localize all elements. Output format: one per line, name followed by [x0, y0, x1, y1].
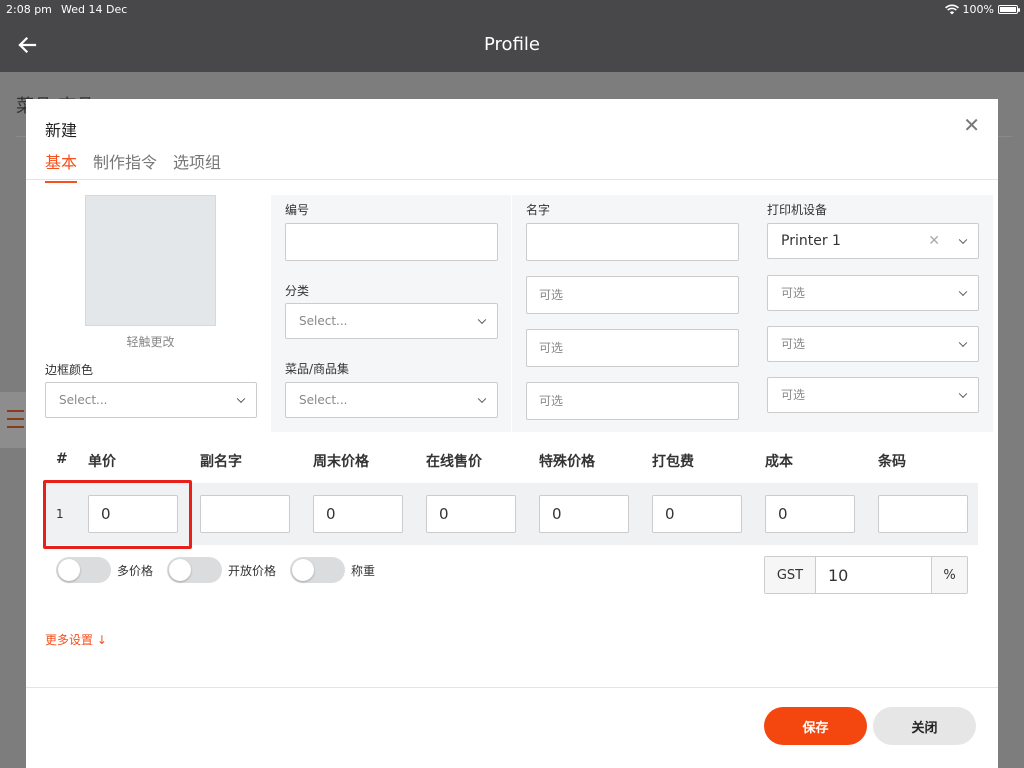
printer-optional-select-1[interactable]: 可选 [767, 275, 979, 311]
optional-placeholder: 可选 [781, 286, 806, 300]
chevron-down-icon [958, 389, 968, 399]
column-header-subname: 副名字 [200, 454, 242, 470]
column-header-special-price: 特殊价格 [539, 454, 595, 470]
divider [26, 687, 998, 688]
price-table-header: # 单价 副名字 周末价格 在线售价 特殊价格 打包费 成本 条码 [45, 439, 978, 479]
barcode-input[interactable] [878, 495, 968, 533]
column-header-unit-price: 单价 [88, 454, 116, 470]
packing-fee-input[interactable]: 0 [652, 495, 742, 533]
divider [26, 179, 998, 180]
chevron-down-icon [477, 394, 487, 404]
clear-icon[interactable]: ✕ [928, 224, 940, 258]
border-color-label: 边框颜色 [45, 363, 94, 377]
table-row: 1 0 0 0 0 0 0 [45, 483, 978, 545]
column-header-barcode: 条码 [878, 454, 906, 470]
toggle-label: 多价格 [117, 563, 154, 578]
toggle-switch[interactable] [167, 557, 222, 583]
optional-placeholder: 可选 [781, 337, 806, 351]
special-price-input[interactable]: 0 [539, 495, 629, 533]
tab-prep-instructions[interactable]: 制作指令 [93, 149, 157, 183]
printer-label: 打印机设备 [767, 203, 828, 217]
printer-selected: Printer 1 [781, 233, 841, 249]
row-number: 1 [56, 507, 64, 521]
code-label: 编号 [285, 203, 310, 217]
weighing-toggle[interactable]: 称重 [290, 557, 375, 583]
name-label: 名字 [526, 203, 551, 217]
wifi-icon [944, 4, 959, 15]
item-set-select[interactable]: Select... [285, 382, 498, 418]
column-header-online-price: 在线售价 [426, 454, 482, 470]
gst-unit: % [931, 557, 967, 593]
toggle-switch[interactable] [56, 557, 111, 583]
name-input[interactable] [526, 223, 739, 261]
toggle-switch[interactable] [290, 557, 345, 583]
app-header: 2:08 pm Wed 14 Dec 100% Profile [0, 0, 1024, 72]
chevron-down-icon [958, 235, 968, 245]
hamburger-menu-icon[interactable] [0, 392, 26, 448]
tab-basic[interactable]: 基本 [45, 149, 78, 183]
category-placeholder: Select... [299, 314, 348, 328]
chevron-down-icon [236, 394, 246, 404]
printer-optional-select-3[interactable]: 可选 [767, 377, 979, 413]
name-alt-input-2[interactable]: 可选 [526, 329, 739, 367]
border-color-select[interactable]: Select... [45, 382, 257, 418]
online-price-input[interactable]: 0 [426, 495, 516, 533]
dialog-title: 新建 [45, 121, 78, 140]
toggle-label: 称重 [351, 563, 376, 578]
item-set-placeholder: Select... [299, 393, 348, 407]
chevron-down-icon [958, 287, 968, 297]
new-item-dialog: 新建 ✕ 基本 制作指令 选项组 轻触更改 边框颜色 Select... 编号 … [26, 99, 998, 768]
code-input[interactable] [285, 223, 498, 261]
save-button[interactable]: 保存 [764, 707, 867, 745]
gst-label: GST [765, 557, 816, 593]
column-header-packing-fee: 打包费 [652, 454, 694, 470]
category-select[interactable]: Select... [285, 303, 498, 339]
close-button[interactable]: 关闭 [873, 707, 976, 745]
optional-placeholder: 可选 [539, 341, 564, 355]
optional-placeholder: 可选 [781, 388, 806, 402]
open-price-toggle[interactable]: 开放价格 [167, 557, 276, 583]
subname-input[interactable] [200, 495, 290, 533]
multi-price-toggle[interactable]: 多价格 [56, 557, 153, 583]
border-color-placeholder: Select... [59, 393, 108, 407]
column-header-weekend-price: 周末价格 [313, 454, 369, 470]
toggle-label: 开放价格 [228, 563, 277, 578]
tab-option-groups[interactable]: 选项组 [173, 149, 221, 183]
column-header-index: # [56, 451, 68, 467]
chevron-down-icon [958, 338, 968, 348]
gst-input[interactable]: 10 [816, 557, 931, 593]
status-bar: 2:08 pm Wed 14 Dec 100% [6, 3, 1020, 17]
page-title: Profile [484, 34, 540, 55]
name-alt-input-3[interactable]: 可选 [526, 382, 739, 420]
gst-field: GST 10 % [764, 556, 968, 594]
unit-price-input[interactable]: 0 [88, 495, 178, 533]
dialog-tabs: 基本 制作指令 选项组 [45, 149, 221, 183]
image-hint: 轻触更改 [126, 335, 175, 349]
optional-placeholder: 可选 [539, 394, 564, 408]
status-date: Wed 14 Dec [61, 3, 128, 16]
more-settings-link[interactable]: 更多设置 ↓ [45, 631, 107, 648]
column-header-cost: 成本 [765, 454, 793, 470]
printer-select[interactable]: Printer 1 ✕ [767, 223, 979, 259]
item-image-placeholder[interactable] [85, 195, 216, 326]
category-label: 分类 [285, 284, 310, 298]
name-alt-input-1[interactable]: 可选 [526, 276, 739, 314]
status-right: 100% [944, 3, 1020, 16]
close-icon[interactable]: ✕ [963, 115, 980, 135]
chevron-down-icon [477, 315, 487, 325]
weekend-price-input[interactable]: 0 [313, 495, 403, 533]
status-time: 2:08 pm [6, 3, 52, 16]
printer-optional-select-2[interactable]: 可选 [767, 326, 979, 362]
optional-placeholder: 可选 [539, 288, 564, 302]
cost-input[interactable]: 0 [765, 495, 855, 533]
item-set-label: 菜品/商品集 [285, 362, 350, 376]
battery-icon [998, 5, 1020, 14]
battery-percent: 100% [962, 3, 994, 16]
